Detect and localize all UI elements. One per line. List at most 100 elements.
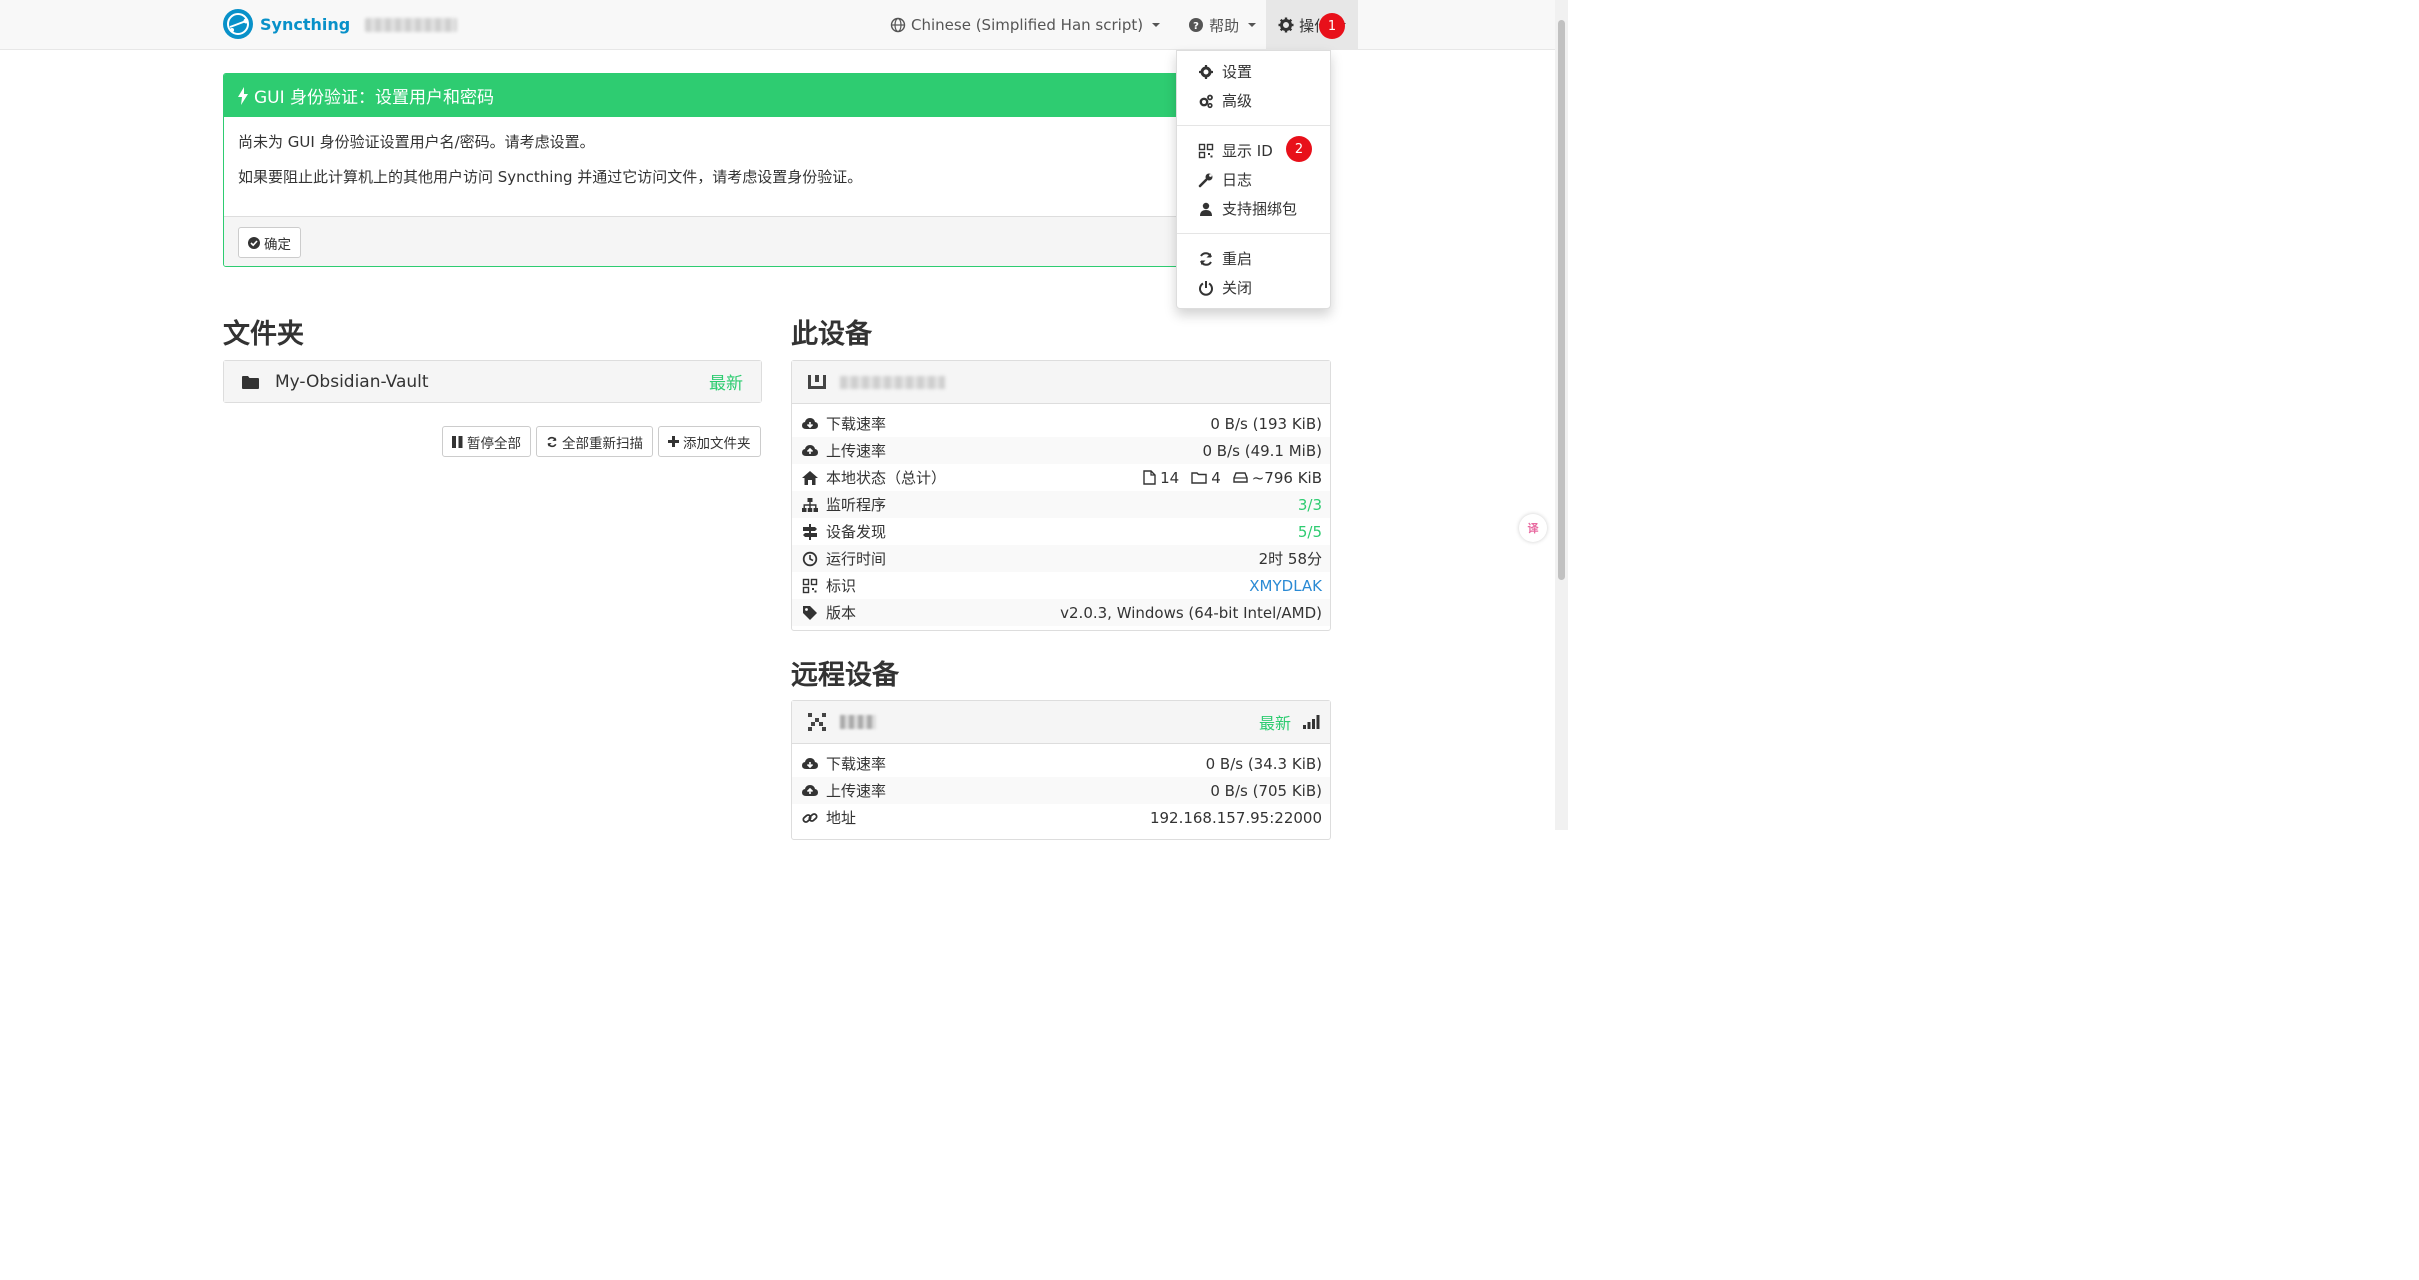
menu-item-support-bundle[interactable]: 支持捆绑包 — [1177, 194, 1330, 223]
help-menu[interactable]: ? 帮助 — [1178, 0, 1266, 50]
menu-item-label: 日志 — [1222, 171, 1253, 189]
download-rate-row: 下载速率 0 B/s (193 KiB) — [792, 410, 1330, 437]
plus-icon — [668, 436, 679, 447]
menu-divider — [1177, 233, 1330, 234]
row-label: 上传速率 — [826, 782, 887, 800]
row-value: 0 B/s (705 KiB) — [1210, 781, 1322, 800]
this-device-table: 下载速率 0 B/s (193 KiB) 上传速率 0 B/s (49.1 Mi… — [792, 403, 1330, 626]
signpost-icon — [803, 523, 817, 540]
folder-open-icon — [1191, 472, 1207, 484]
device-id-link[interactable]: XMYDLAK — [1249, 577, 1322, 595]
chevron-down-icon — [1248, 23, 1257, 27]
row-label: 上传速率 — [826, 442, 887, 460]
folder-panel[interactable]: My-Obsidian-Vault 最新 — [223, 360, 762, 403]
remote-upload-row: 上传速率 0 B/s (705 KiB) — [792, 777, 1330, 804]
upload-rate-row: 上传速率 0 B/s (49.1 MiB) — [792, 437, 1330, 464]
remote-status: 最新 — [1258, 714, 1291, 733]
check-circle-icon — [248, 236, 260, 249]
navbar: Syncthing Chinese (Simplified Han script… — [0, 0, 1555, 50]
bolt-icon — [238, 86, 248, 105]
row-label: 下载速率 — [826, 755, 887, 773]
clock-icon — [802, 551, 818, 566]
menu-divider — [1177, 125, 1330, 126]
identicon-icon — [808, 713, 826, 731]
folder-count: 4 — [1211, 468, 1221, 487]
menu-item-label: 关闭 — [1222, 279, 1253, 297]
row-value: 0 B/s (34.3 KiB) — [1205, 754, 1322, 773]
globe-icon — [890, 17, 906, 33]
scrollbar-thumb[interactable] — [1558, 20, 1565, 580]
pause-all-button[interactable]: 暂停全部 — [442, 426, 531, 457]
language-menu[interactable]: Chinese (Simplified Han script) — [880, 0, 1170, 50]
row-label: 下载速率 — [826, 415, 887, 433]
row-value[interactable]: 3/3 — [1298, 496, 1322, 514]
device-name-blurred — [365, 18, 457, 32]
alert-text-1: 尚未为 GUI 身份验证设置用户名/密码。请考虑设置。 — [238, 133, 595, 151]
menu-item-shutdown[interactable]: 关闭 — [1177, 273, 1330, 302]
identity-row: 标识 XMYDLAK — [792, 572, 1330, 599]
cloud-upload-icon — [802, 444, 818, 456]
remote-address-row: 地址 192.168.157.95:22000 — [792, 804, 1330, 831]
file-icon — [1143, 470, 1156, 485]
sitemap-icon — [802, 497, 818, 512]
cloud-upload-icon — [802, 784, 818, 796]
syncthing-logo-icon — [223, 9, 253, 39]
row-value: 192.168.157.95:22000 — [1149, 808, 1322, 827]
local-size: ~796 KiB — [1251, 468, 1322, 487]
add-folder-button[interactable]: 添加文件夹 — [658, 426, 761, 457]
gear-icon — [1199, 64, 1213, 79]
remote-device-header[interactable]: 最新 — [792, 701, 1330, 743]
rescan-all-button[interactable]: 全部重新扫描 — [536, 426, 653, 457]
step-badge-1: 1 — [1319, 13, 1345, 39]
language-label: Chinese (Simplified Han script) — [911, 16, 1144, 34]
row-label: 运行时间 — [826, 550, 887, 568]
link-icon — [802, 812, 818, 823]
this-device-heading: 此设备 — [791, 319, 872, 350]
folder-row[interactable]: My-Obsidian-Vault 最新 — [224, 361, 761, 402]
menu-item-restart[interactable]: 重启 — [1177, 244, 1330, 273]
ok-button[interactable]: 确定 — [238, 227, 301, 258]
row-label: 本地状态（总计） — [826, 469, 947, 487]
user-support-icon — [1200, 202, 1212, 216]
svg-text:?: ? — [1193, 21, 1199, 32]
alert-body: 尚未为 GUI 身份验证设置用户名/密码。请考虑设置。 如果要阻止此计算机上的其… — [224, 117, 1330, 216]
pause-all-label: 暂停全部 — [467, 435, 521, 452]
folder-icon — [242, 375, 259, 389]
alert-text-2: 如果要阻止此计算机上的其他用户访问 Syncthing 并通过它访问文件，请考虑… — [238, 168, 863, 186]
wrench-icon — [1198, 173, 1213, 187]
chevron-down-icon — [1152, 23, 1161, 27]
alert-header: GUI 身份验证：设置用户和密码 — [224, 74, 1330, 117]
row-label: 地址 — [826, 809, 857, 827]
auth-alert: GUI 身份验证：设置用户和密码 尚未为 GUI 身份验证设置用户名/密码。请考… — [223, 73, 1331, 267]
brand-name: Syncthing — [260, 14, 351, 34]
qrcode-icon — [1198, 143, 1214, 158]
menu-item-settings[interactable]: 设置 — [1177, 57, 1330, 86]
file-count: 14 — [1160, 468, 1180, 487]
scrollbar[interactable] — [1555, 0, 1568, 830]
refresh-icon — [1200, 251, 1212, 266]
row-value: 2时 58分 — [1258, 550, 1322, 568]
rescan-all-label: 全部重新扫描 — [562, 435, 643, 452]
remote-download-row: 下载速率 0 B/s (34.3 KiB) — [792, 750, 1330, 777]
row-value: 0 B/s (193 KiB) — [1210, 414, 1322, 433]
uptime-row: 运行时间 2时 58分 — [792, 545, 1330, 572]
menu-item-advanced[interactable]: 高级 — [1177, 86, 1330, 115]
listeners-row: 监听程序 3/3 — [792, 491, 1330, 518]
ok-label: 确定 — [264, 236, 291, 253]
remote-name-blurred — [840, 715, 876, 729]
remote-devices-heading: 远程设备 — [791, 660, 899, 691]
row-label: 监听程序 — [826, 496, 887, 514]
row-value[interactable]: 5/5 — [1298, 523, 1322, 541]
brand-logo[interactable]: Syncthing — [222, 8, 350, 40]
home-icon — [802, 470, 818, 485]
menu-item-logs[interactable]: 日志 — [1177, 165, 1330, 194]
add-folder-label: 添加文件夹 — [683, 435, 751, 452]
folder-name: My-Obsidian-Vault — [275, 371, 429, 392]
translate-icon[interactable]: 译 — [1519, 514, 1547, 542]
folders-heading: 文件夹 — [223, 319, 304, 350]
folder-actions: 暂停全部 全部重新扫描 添加文件夹 — [442, 426, 761, 457]
folder-status: 最新 — [709, 374, 743, 394]
this-device-panel: 下载速率 0 B/s (193 KiB) 上传速率 0 B/s (49.1 Mi… — [791, 360, 1331, 631]
version-row: 版本 v2.0.3, Windows (64-bit Intel/AMD) — [792, 599, 1330, 626]
this-device-header[interactable] — [792, 361, 1330, 403]
